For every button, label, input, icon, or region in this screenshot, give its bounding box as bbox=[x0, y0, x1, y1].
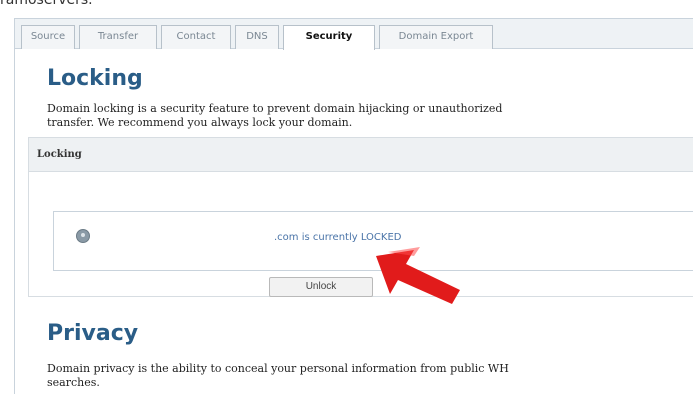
locking-description-line1: Domain locking is a security feature to … bbox=[47, 102, 503, 115]
tab-contact[interactable]: Contact bbox=[161, 25, 231, 49]
top-fragment: ramoservers. bbox=[0, 0, 93, 8]
tab-transfer[interactable]: Transfer bbox=[79, 25, 157, 49]
tab-bar: Source Transfer Contact DNS Security Dom… bbox=[15, 19, 693, 50]
locking-title: Locking bbox=[47, 66, 143, 91]
info-icon bbox=[76, 229, 90, 243]
red-arrow-icon bbox=[376, 247, 460, 304]
privacy-title: Privacy bbox=[47, 321, 139, 346]
locking-panel-header: Locking bbox=[29, 138, 693, 172]
privacy-description-line1: Domain privacy is the ability to conceal… bbox=[47, 362, 509, 375]
tab-dns[interactable]: DNS bbox=[235, 25, 279, 49]
tab-security[interactable]: Security bbox=[283, 25, 375, 50]
locking-description-line2: transfer. We recommend you always lock y… bbox=[47, 116, 353, 129]
tab-domain-export[interactable]: Domain Export bbox=[379, 25, 493, 49]
privacy-description-line2: searches. bbox=[47, 376, 100, 389]
tab-source[interactable]: Source bbox=[21, 25, 75, 49]
unlock-button[interactable]: Unlock bbox=[269, 277, 373, 297]
